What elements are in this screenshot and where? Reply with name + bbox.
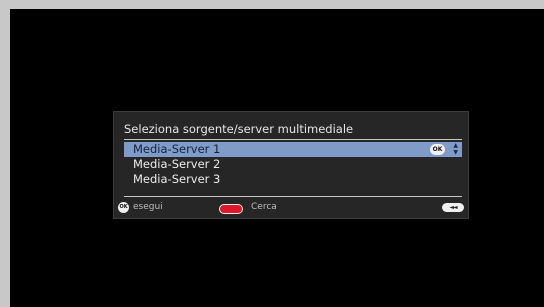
footer-divider bbox=[124, 196, 462, 197]
up-down-arrows-icon: ▲ ▼ bbox=[453, 142, 458, 156]
ok-icon: OK bbox=[430, 144, 445, 155]
ok-button-icon: OK bbox=[118, 202, 129, 213]
list-item-media-server-2[interactable]: Media-Server 2 bbox=[124, 157, 462, 172]
source-select-dialog: Seleziona sorgente/server multimediale M… bbox=[113, 111, 469, 219]
list-item-media-server-3[interactable]: Media-Server 3 bbox=[124, 172, 462, 187]
server-list: Media-Server 1 OK ▲ ▼ Media-Server 2 Medi… bbox=[124, 142, 462, 187]
list-item-label: Media-Server 3 bbox=[133, 172, 221, 186]
ok-action-label: esegui bbox=[133, 202, 163, 212]
list-item-media-server-1[interactable]: Media-Server 1 OK ▲ ▼ bbox=[124, 142, 462, 157]
list-item-label: Media-Server 2 bbox=[133, 157, 221, 171]
list-item-label: Media-Server 1 bbox=[133, 142, 221, 156]
back-button-icon: ◄◄ bbox=[442, 203, 464, 212]
red-action-label: Cerca bbox=[251, 202, 277, 212]
red-button-icon bbox=[219, 204, 243, 214]
dialog-title: Seleziona sorgente/server multimediale bbox=[124, 122, 354, 136]
tv-screen: Seleziona sorgente/server multimediale M… bbox=[10, 9, 544, 307]
button-legend: OK esegui Cerca ◄◄ bbox=[118, 201, 466, 215]
title-divider bbox=[124, 139, 462, 140]
